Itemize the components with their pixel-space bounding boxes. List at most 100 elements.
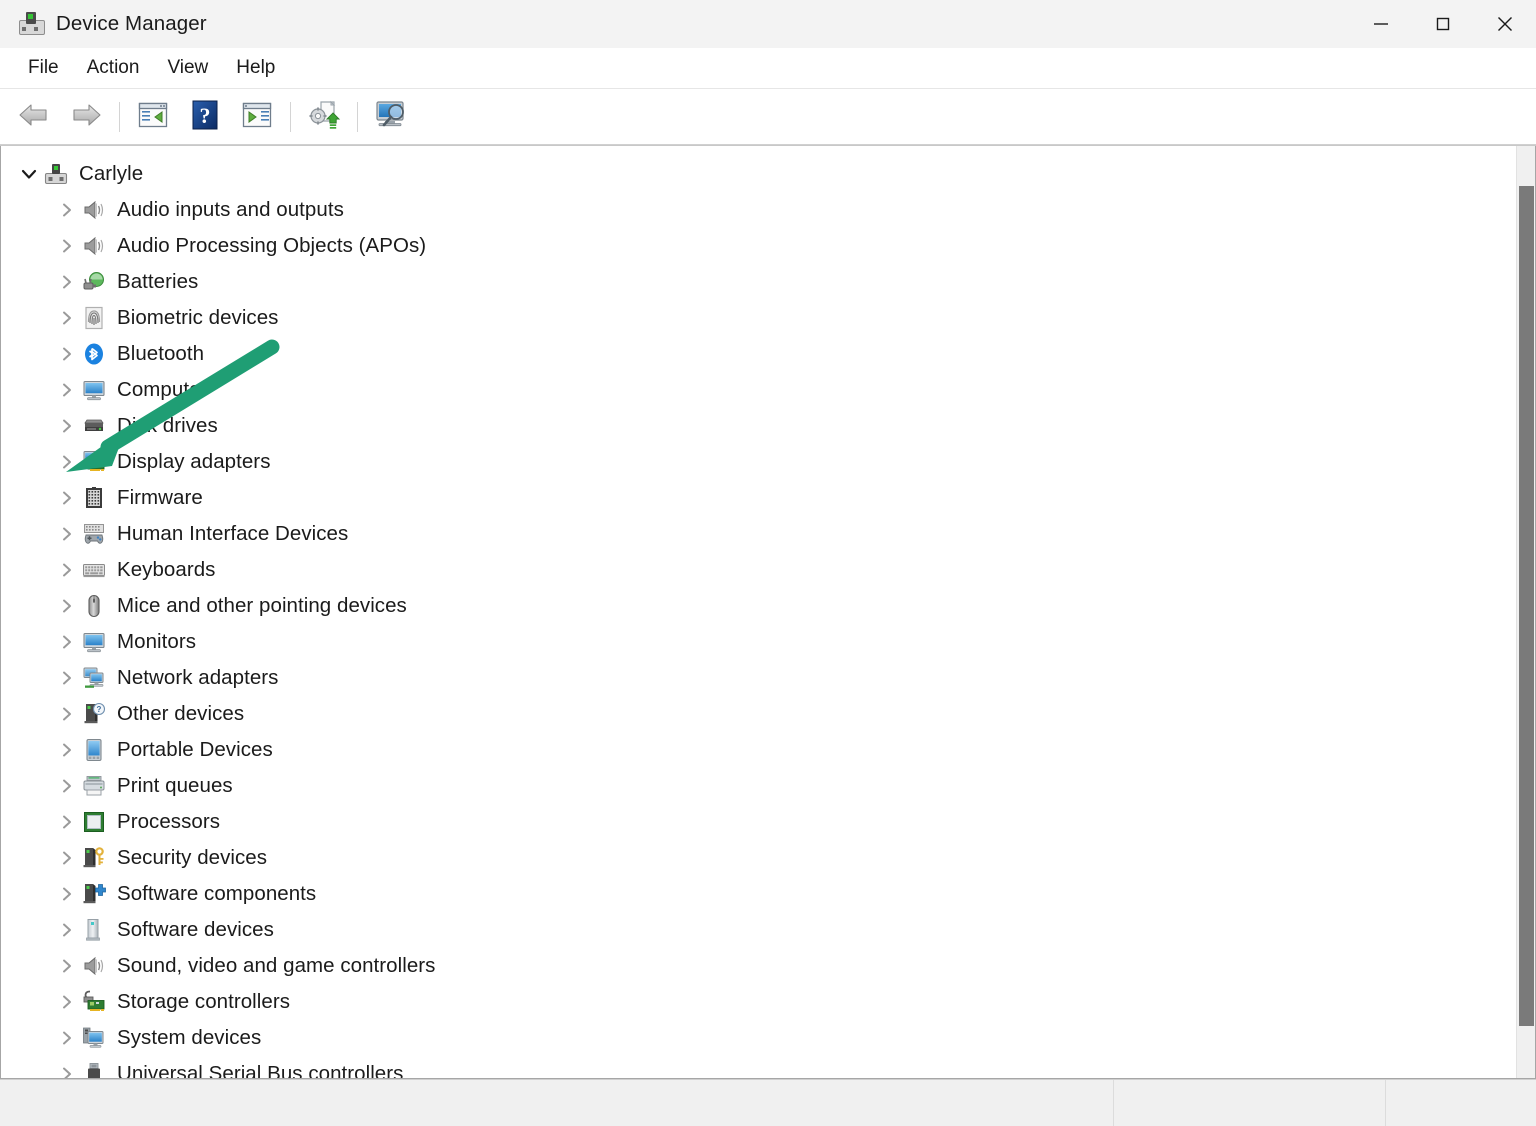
chevron-right-icon[interactable] (53, 741, 81, 759)
tree-item-label: Keyboards (117, 558, 215, 582)
maximize-button[interactable] (1412, 0, 1474, 48)
scan-hardware-icon (373, 100, 409, 135)
mouse-icon (81, 593, 107, 619)
chevron-right-icon[interactable] (53, 1065, 81, 1078)
chevron-right-icon[interactable] (53, 633, 81, 651)
chevron-right-icon[interactable] (53, 669, 81, 687)
show-hidden-devices-button[interactable] (233, 95, 281, 139)
speaker-icon (81, 233, 107, 259)
tree-item-sound-video-and-game-controllers[interactable]: Sound, video and game controllers (1, 948, 1517, 984)
vertical-scrollbar[interactable] (1516, 146, 1535, 1078)
tree-item-batteries[interactable]: Batteries (1, 264, 1517, 300)
tree-item-label: Computer (117, 378, 207, 402)
tree-item-label: Other devices (117, 702, 244, 726)
chevron-right-icon[interactable] (53, 957, 81, 975)
tree-item-label: Bluetooth (117, 342, 204, 366)
tree-item-label: Network adapters (117, 666, 278, 690)
tree-item-computer[interactable]: Computer (1, 372, 1517, 408)
chevron-right-icon[interactable] (53, 525, 81, 543)
question-mark-help-icon: ? (191, 100, 219, 135)
tree-item-disk-drives[interactable]: Disk drives (1, 408, 1517, 444)
chevron-down-icon[interactable] (15, 164, 43, 184)
printer-icon (81, 773, 107, 799)
tree-item-label: Universal Serial Bus controllers (117, 1062, 403, 1078)
portable-device-icon (81, 737, 107, 763)
network-adapter-icon (81, 665, 107, 691)
tree-item-software-devices[interactable]: Software devices (1, 912, 1517, 948)
menu-view[interactable]: View (153, 53, 222, 83)
properties-button[interactable] (129, 95, 177, 139)
tree-item-processors[interactable]: Processors (1, 804, 1517, 840)
chevron-right-icon[interactable] (53, 489, 81, 507)
device-tree[interactable]: Carlyle Audio inputs and outputs (1, 146, 1517, 1078)
tree-root-label: Carlyle (79, 162, 143, 186)
tree-item-label: Software components (117, 882, 316, 906)
update-driver-button[interactable] (300, 95, 348, 139)
chevron-right-icon[interactable] (53, 777, 81, 795)
chevron-right-icon[interactable] (53, 381, 81, 399)
chevron-right-icon[interactable] (53, 417, 81, 435)
chevron-right-icon[interactable] (53, 453, 81, 471)
tree-item-label: System devices (117, 1026, 261, 1050)
computer-device-icon (43, 161, 69, 187)
chevron-right-icon[interactable] (53, 813, 81, 831)
tree-item-print-queues[interactable]: Print queues (1, 768, 1517, 804)
tree-item-audio-inputs-and-outputs[interactable]: Audio inputs and outputs (1, 192, 1517, 228)
keyboard-icon (81, 557, 107, 583)
menu-help[interactable]: Help (222, 53, 289, 83)
forward-button[interactable] (62, 95, 110, 139)
tree-item-software-components[interactable]: Software components (1, 876, 1517, 912)
tree-item-label: Audio Processing Objects (APOs) (117, 234, 426, 258)
chevron-right-icon[interactable] (53, 1029, 81, 1047)
show-hidden-window-icon (241, 101, 273, 134)
menu-file[interactable]: File (14, 53, 73, 83)
chevron-right-icon[interactable] (53, 849, 81, 867)
back-button[interactable] (10, 95, 58, 139)
tree-item-label: Software devices (117, 918, 274, 942)
chevron-right-icon[interactable] (53, 993, 81, 1011)
tree-item-mice-and-other-pointing-devices[interactable]: Mice and other pointing devices (1, 588, 1517, 624)
tree-root-item[interactable]: Carlyle (1, 156, 1517, 192)
chevron-right-icon[interactable] (53, 705, 81, 723)
tree-item-label: Security devices (117, 846, 267, 870)
vertical-scrollbar-thumb[interactable] (1519, 186, 1534, 1026)
tree-item-monitors[interactable]: Monitors (1, 624, 1517, 660)
chevron-right-icon[interactable] (53, 561, 81, 579)
tree-item-label: Print queues (117, 774, 233, 798)
tree-item-security-devices[interactable]: Security devices (1, 840, 1517, 876)
tree-item-firmware[interactable]: Firmware (1, 480, 1517, 516)
scan-hardware-changes-button[interactable] (367, 95, 415, 139)
chevron-right-icon[interactable] (53, 921, 81, 939)
tree-item-audio-processing-objects[interactable]: Audio Processing Objects (APOs) (1, 228, 1517, 264)
tree-item-biometric-devices[interactable]: Biometric devices (1, 300, 1517, 336)
chevron-right-icon[interactable] (53, 885, 81, 903)
chevron-right-icon[interactable] (53, 237, 81, 255)
minimize-button[interactable] (1350, 0, 1412, 48)
help-button[interactable]: ? (181, 95, 229, 139)
window-title: Device Manager (56, 12, 207, 36)
back-arrow-icon (17, 102, 51, 133)
processor-chip-icon (81, 809, 107, 835)
tree-item-bluetooth[interactable]: Bluetooth (1, 336, 1517, 372)
chevron-right-icon[interactable] (53, 201, 81, 219)
chevron-right-icon[interactable] (53, 309, 81, 327)
status-bar (0, 1079, 1536, 1126)
status-pane-3 (1386, 1080, 1536, 1126)
tree-item-portable-devices[interactable]: Portable Devices (1, 732, 1517, 768)
tree-item-other-devices[interactable]: ? Other devices (1, 696, 1517, 732)
chevron-right-icon[interactable] (53, 597, 81, 615)
tree-item-display-adapters[interactable]: Display adapters (1, 444, 1517, 480)
svg-text:?: ? (200, 103, 211, 128)
tree-item-keyboards[interactable]: Keyboards (1, 552, 1517, 588)
tree-item-human-interface-devices[interactable]: Human Interface Devices (1, 516, 1517, 552)
tree-item-network-adapters[interactable]: Network adapters (1, 660, 1517, 696)
menu-action[interactable]: Action (73, 53, 154, 83)
close-button[interactable] (1474, 0, 1536, 48)
chevron-right-icon[interactable] (53, 273, 81, 291)
status-pane-1 (0, 1080, 1114, 1126)
device-manager-window: Device Manager File Action View Help (0, 0, 1536, 1126)
tree-item-universal-serial-bus-controllers[interactable]: Universal Serial Bus controllers (1, 1056, 1517, 1078)
tree-item-system-devices[interactable]: System devices (1, 1020, 1517, 1056)
chevron-right-icon[interactable] (53, 345, 81, 363)
tree-item-storage-controllers[interactable]: Storage controllers (1, 984, 1517, 1020)
